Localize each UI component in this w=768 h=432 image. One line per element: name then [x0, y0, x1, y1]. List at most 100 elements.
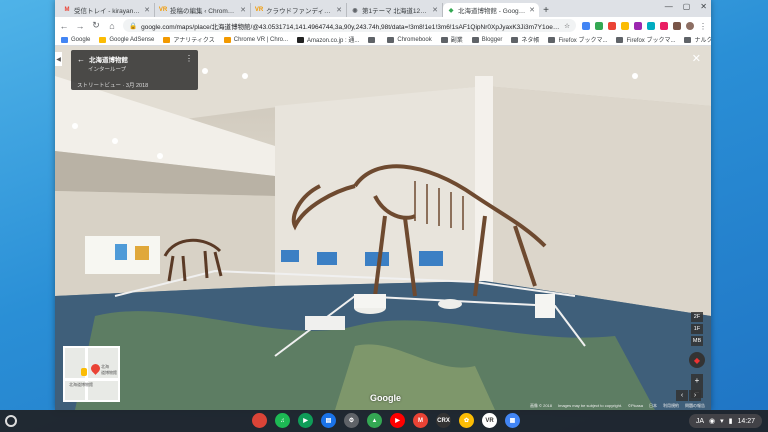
footer-link[interactable]: 日本 [649, 403, 657, 409]
close-icon[interactable]: ✕ [692, 52, 701, 65]
floor-button[interactable]: 2F [691, 312, 703, 322]
bookmark-label: Firefox ブックマ... [626, 38, 676, 44]
minimap[interactable]: 北海 道博物館 北海道博物館 [63, 346, 120, 402]
extension-icon[interactable] [647, 21, 655, 30]
home-button[interactable]: ⌂ [107, 21, 117, 31]
tab[interactable]: VR投稿の編集 ‹ Chrome VR — Wo✕ [155, 3, 251, 17]
youtube-icon[interactable]: ▶ [390, 413, 405, 428]
extension-icon[interactable] [608, 21, 616, 30]
back-button[interactable]: ← [59, 21, 69, 31]
browser-window: M受信トレイ - kirayan4652@gmai✕VR投稿の編集 ‹ Chro… [55, 0, 711, 410]
bookmark-item[interactable]: ネタ帳 [511, 35, 539, 44]
bookmark-item[interactable]: Blogger [471, 36, 502, 43]
google-logo: Google [370, 393, 401, 403]
floor-button[interactable]: 1F [691, 324, 703, 334]
files-icon[interactable]: ▤ [321, 413, 336, 428]
museum-panorama [55, 46, 711, 410]
address-bar[interactable]: 🔒 google.com/maps/place/北海道博物館/@43.05317… [123, 19, 576, 32]
terminal-icon[interactable]: CRX [436, 413, 451, 428]
footer-link[interactable]: 利用規約 [663, 403, 679, 409]
bookmark-item[interactable]: 副業 [440, 35, 463, 44]
floor-button[interactable]: MB [691, 336, 703, 346]
minimize-button[interactable]: — [665, 2, 673, 11]
url-text: google.com/maps/place/北海道博物館/@43.0531714… [141, 23, 561, 31]
window-controls: — ▢ ✕ [665, 2, 707, 11]
bookmark-icon [684, 36, 692, 43]
bookmark-icon [511, 36, 519, 43]
chrome-icon[interactable] [252, 413, 267, 428]
bookmark-item[interactable] [368, 36, 378, 43]
bookmark-icon [297, 36, 304, 43]
vr-icon[interactable]: VR [482, 413, 497, 428]
drive-icon[interactable]: ▲ [367, 413, 382, 428]
store-icon[interactable]: ▦ [505, 413, 520, 428]
launcher-button[interactable] [5, 415, 17, 427]
tab-close-icon[interactable]: ✕ [144, 6, 150, 14]
tab-favicon-icon: VR [158, 7, 168, 13]
compass-icon[interactable]: ◆ [689, 352, 705, 368]
tab-close-icon[interactable]: ✕ [336, 6, 342, 14]
tab-close-icon[interactable]: ✕ [529, 6, 535, 14]
tab[interactable]: VRクラウドファンディングでA✕ [251, 3, 347, 17]
bookmark-label: Chromebook [397, 36, 432, 43]
more-options-icon[interactable]: ⋮ [185, 54, 193, 63]
gmail-icon[interactable]: M [413, 413, 428, 428]
bookmark-label: Google [71, 36, 91, 43]
bookmark-item[interactable]: ナルク札幌 [684, 35, 711, 44]
pegman-icon [81, 368, 87, 376]
bookmark-item[interactable]: Chromebook [387, 36, 432, 43]
maximize-button[interactable]: ▢ [683, 2, 691, 11]
bookmark-item[interactable]: Firefox ブックマ... [616, 35, 675, 44]
bookmark-icon [223, 36, 231, 43]
new-tab-button[interactable]: + [539, 3, 553, 17]
place-info-card: ← 北海道博物館 インターループ ストリートビュー · 3月 2018 ⋮ [71, 50, 198, 90]
capture-date: ストリートビュー · 3月 2018 [77, 83, 149, 89]
tab-title: 第1テーマ 北海道120万年物語 [362, 8, 429, 15]
prev-button[interactable]: ‹ [676, 390, 688, 401]
tab-close-icon[interactable]: ✕ [432, 6, 438, 14]
next-button[interactable]: › [689, 390, 701, 401]
bookmark-item[interactable]: Firefox ブックマ... [548, 35, 607, 44]
bookmark-item[interactable]: Google [61, 36, 91, 43]
tab-favicon-icon: ◆ [448, 7, 454, 14]
footer-link: Images may be subject to copyright. [558, 403, 623, 408]
tab-close-icon[interactable]: ✕ [240, 6, 246, 14]
bookmark-item[interactable]: Chrome VR | Chro... [223, 36, 288, 43]
ime-indicator: JA [695, 417, 704, 425]
tab[interactable]: ◆ 北海道博物館 - Google マップ✕ [443, 3, 539, 17]
bookmark-label: 副業 [450, 38, 463, 44]
extension-icon[interactable] [660, 21, 668, 30]
settings-icon[interactable]: ⚙ [344, 413, 359, 428]
panel-toggle-button[interactable]: ◀ [55, 52, 62, 66]
bookmark-item[interactable]: アナリティクス [163, 35, 215, 44]
bookmark-icon [387, 36, 395, 43]
extension-icon[interactable] [673, 21, 681, 30]
footer-link[interactable]: 問題の報告 [685, 403, 705, 409]
street-view[interactable]: ◀ ← 北海道博物館 インターループ ストリートビュー · 3月 2018 ⋮ … [55, 46, 711, 410]
back-arrow-icon[interactable]: ← [77, 55, 85, 64]
reload-button[interactable]: ↻ [91, 20, 101, 31]
status-tray[interactable]: JA ◉ ▾ ▮ 14:27 [688, 414, 762, 428]
extension-icon[interactable] [621, 21, 629, 30]
spotify-icon[interactable]: ♫ [275, 413, 290, 428]
tab-title: クラウドファンディングでA [266, 8, 333, 15]
play-store-icon[interactable]: ▶ [298, 413, 313, 428]
star-icon[interactable]: ☆ [564, 22, 570, 30]
forward-button[interactable]: → [75, 21, 85, 31]
tab-favicon-icon: VR [254, 7, 264, 13]
extension-icon[interactable] [634, 21, 642, 30]
menu-icon[interactable]: ⋮ [699, 22, 707, 31]
zoom-in-button[interactable]: + [695, 376, 700, 385]
close-window-button[interactable]: ✕ [700, 2, 707, 11]
place-name[interactable]: 北海道博物館 [89, 54, 128, 64]
bookmark-item[interactable]: Amazon.co.jp : 通... [297, 35, 359, 44]
profile-avatar[interactable] [686, 21, 694, 30]
bookmarks-bar: Google Google AdSense アナリティクス Chrome VR | C… [55, 34, 711, 46]
bookmark-item[interactable]: Google AdSense [99, 36, 154, 43]
photos-icon[interactable]: ✿ [459, 413, 474, 428]
tab[interactable]: ◉ 第1テーマ 北海道120万年物語✕ [347, 3, 443, 17]
tab[interactable]: M 受信トレイ - kirayan4652@gmai✕ [59, 3, 155, 17]
extension-icon[interactable] [582, 21, 590, 30]
bookmark-label: ナルク札幌 [694, 38, 711, 44]
extension-icon[interactable] [595, 21, 603, 30]
